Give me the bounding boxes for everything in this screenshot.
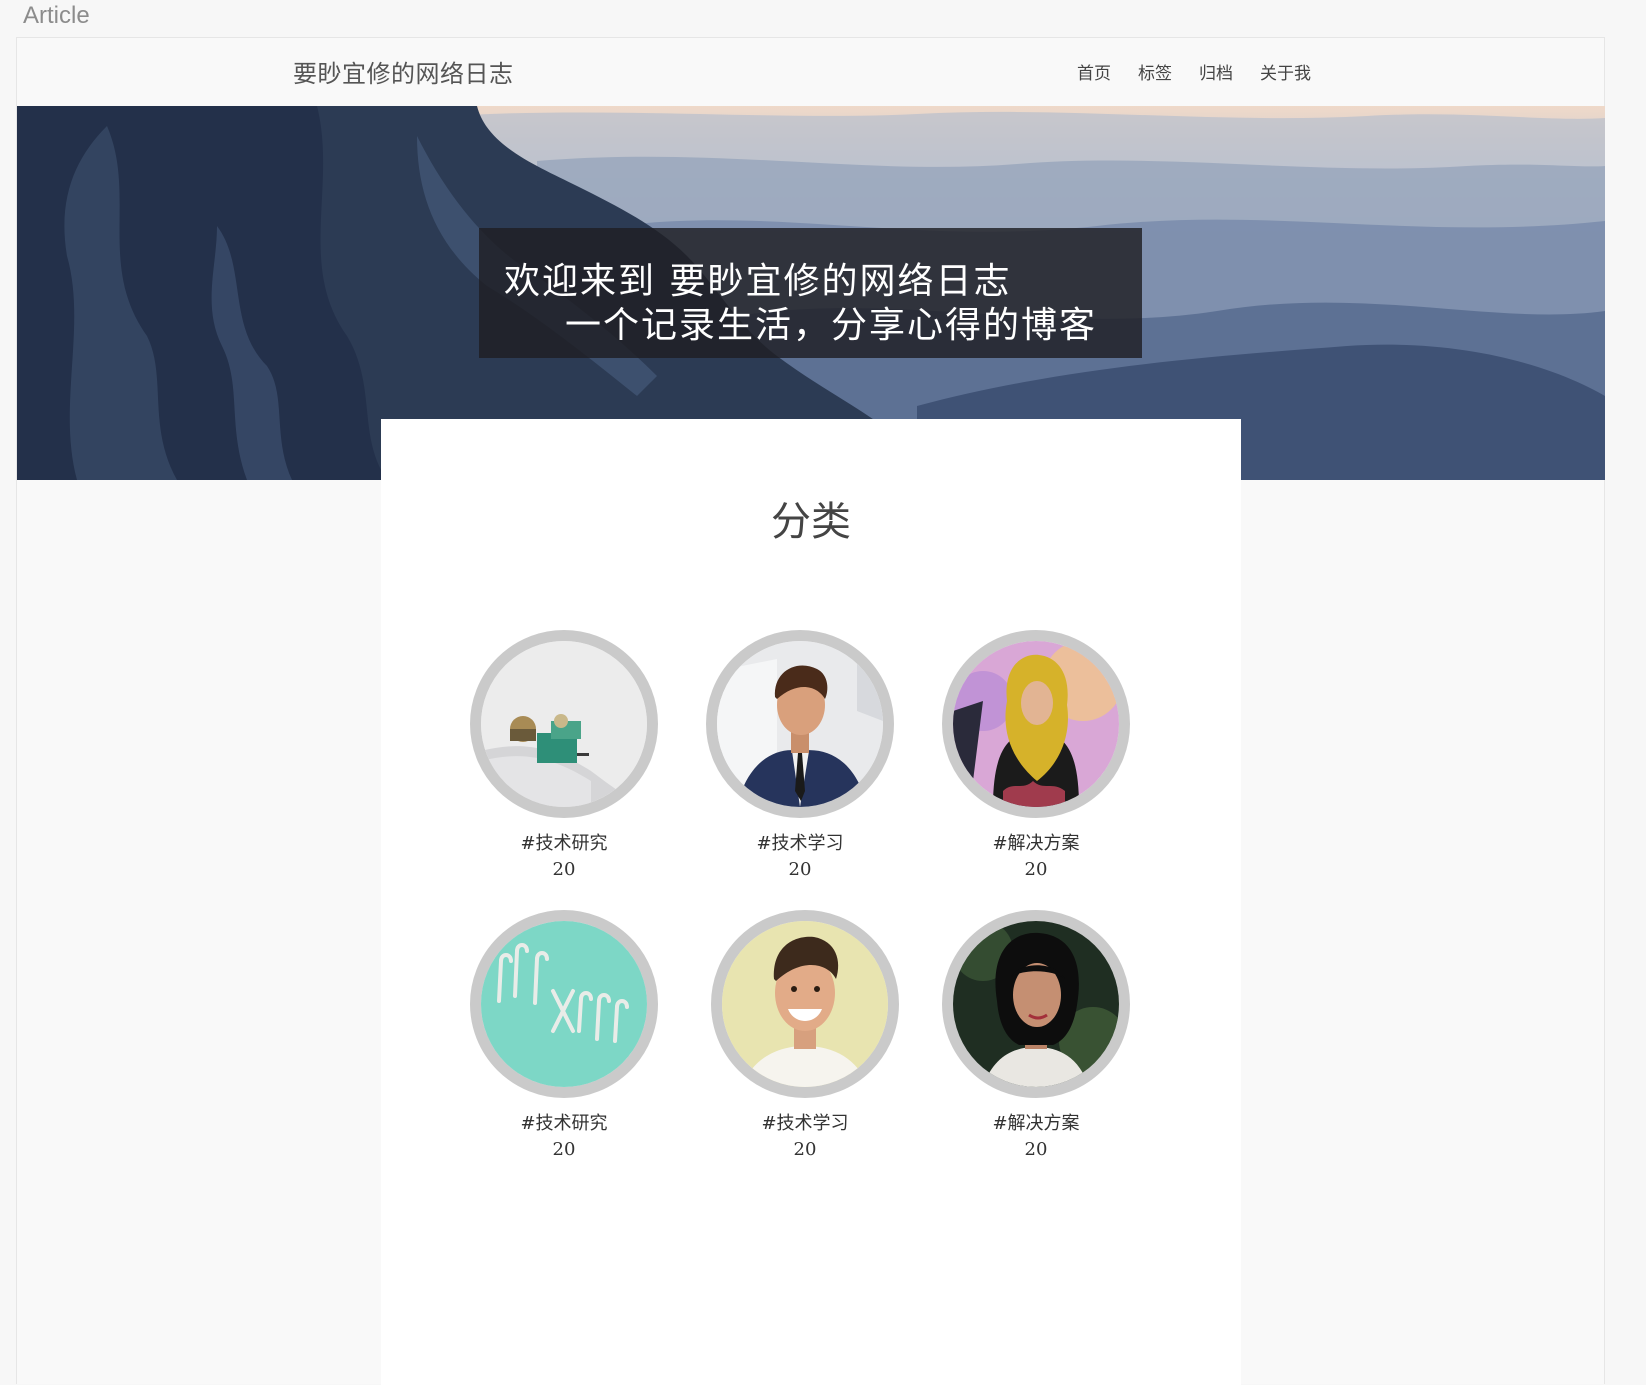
category-name[interactable]: #技术学习 <box>711 1109 899 1135</box>
category-image[interactable] <box>706 630 894 818</box>
category-item[interactable]: #解决方案 20 <box>942 630 1130 880</box>
welcome-box: 欢迎来到 要眇宜修的网络日志 一个记录生活，分享心得的博客 <box>479 228 1142 358</box>
section-title: 分类 <box>771 499 851 545</box>
category-name[interactable]: #技术研究 <box>470 1109 658 1135</box>
site-title[interactable]: 要眇宜修的网络日志 <box>293 54 514 89</box>
nav-link-home[interactable]: 首页 <box>1077 59 1111 84</box>
nav-links: 首页 标签 归档 关于我 <box>1077 59 1311 84</box>
category-name[interactable]: #解决方案 <box>942 1109 1130 1135</box>
category-count: 20 <box>788 859 812 880</box>
category-count: 20 <box>1024 1139 1048 1160</box>
category-count: 20 <box>1024 859 1048 880</box>
category-name[interactable]: #技术研究 <box>470 829 658 855</box>
category-image[interactable] <box>942 910 1130 1098</box>
nav-link-tags[interactable]: 标签 <box>1138 59 1172 84</box>
category-count: 20 <box>552 859 576 880</box>
category-count: 20 <box>552 1139 576 1160</box>
nav-link-archive[interactable]: 归档 <box>1199 59 1233 84</box>
category-image[interactable] <box>470 630 658 818</box>
category-image[interactable] <box>942 630 1130 818</box>
category-item[interactable]: #技术学习 20 <box>706 630 894 880</box>
nav-link-about[interactable]: 关于我 <box>1260 59 1311 84</box>
category-name[interactable]: #解决方案 <box>942 829 1130 855</box>
category-count: 20 <box>793 1139 817 1160</box>
category-item[interactable]: #技术研究 20 <box>470 630 658 880</box>
category-name[interactable]: #技术学习 <box>706 829 894 855</box>
category-item[interactable]: #技术学习 20 <box>711 910 899 1160</box>
window-label: Article <box>23 2 90 29</box>
category-item[interactable]: #技术研究 20 <box>470 910 658 1160</box>
category-item[interactable]: #解决方案 20 <box>942 910 1130 1160</box>
top-navbar: 要眇宜修的网络日志 首页 标签 归档 关于我 <box>17 38 1604 106</box>
page-container: 要眇宜修的网络日志 首页 标签 归档 关于我 欢迎来到 要眇宜修的网络日志 一个… <box>16 37 1605 1385</box>
welcome-subheading: 一个记录生活，分享心得的博客 <box>565 305 1098 346</box>
category-image[interactable] <box>711 910 899 1098</box>
category-image[interactable] <box>470 910 658 1098</box>
categories-card: 分类 #技术研究 20 #技术学习 20 #解决方案 20 #技术研究 20 #… <box>381 419 1241 1385</box>
